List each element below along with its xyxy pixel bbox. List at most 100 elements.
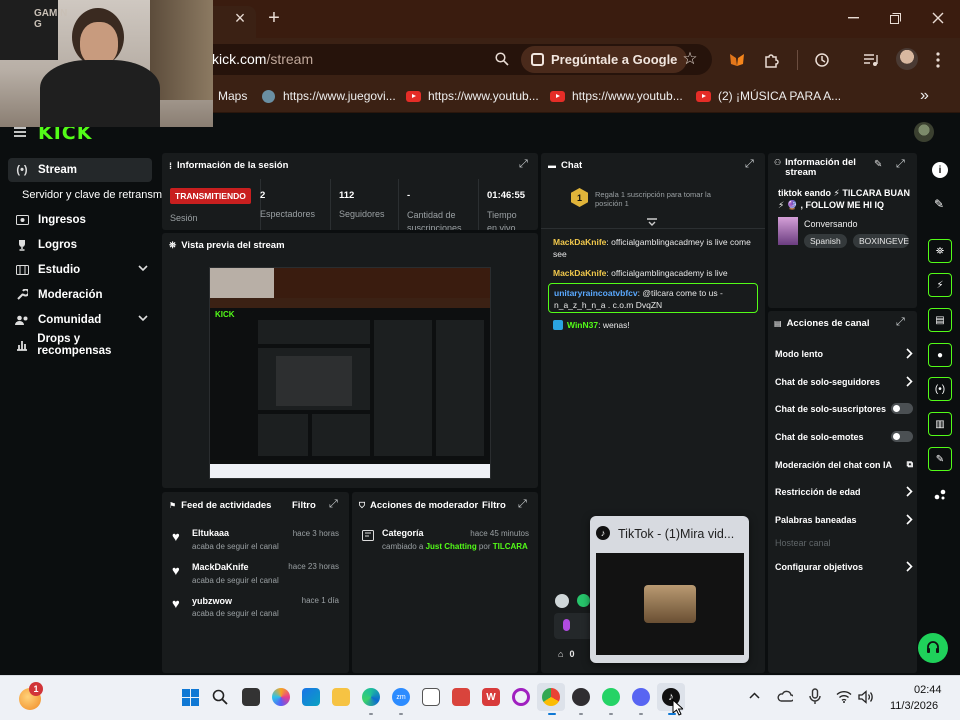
clock-date[interactable]: 11/3/2026 — [890, 700, 938, 712]
app-red-icon[interactable] — [452, 688, 470, 706]
task-view-icon[interactable] — [242, 688, 260, 706]
bookmark-youtube-1[interactable]: https://www.youtub... — [406, 86, 539, 106]
opera-icon[interactable] — [512, 688, 530, 706]
sidebar-item-stream-key[interactable]: Servidor y clave de retransmisión — [16, 183, 162, 207]
expand-icon[interactable]: ⤢ — [896, 316, 905, 329]
file-explorer-icon[interactable] — [332, 688, 350, 706]
chat-username[interactable]: WinN37 — [567, 319, 598, 331]
wifi-icon[interactable] — [836, 690, 852, 703]
expand-icon[interactable]: ⤢ — [519, 158, 528, 171]
edge-icon[interactable] — [362, 688, 380, 706]
subscribers-only-toggle[interactable] — [891, 403, 913, 414]
edit-icon[interactable]: ✎ — [874, 159, 882, 170]
layout-button[interactable]: ▥ — [928, 412, 952, 436]
microphone-icon[interactable] — [809, 688, 821, 705]
chat-toggle-button[interactable]: ● — [928, 343, 952, 367]
volume-icon[interactable] — [858, 690, 874, 704]
history-icon[interactable] — [811, 49, 833, 71]
tools-button[interactable]: ✎ — [928, 447, 952, 471]
sidebar-item-logros[interactable]: Logros — [8, 233, 152, 257]
chrome-icon[interactable] — [542, 688, 560, 706]
action-age-restriction[interactable]: Restricción de edad — [775, 486, 913, 497]
clock-time[interactable]: 02:44 — [914, 684, 942, 696]
media-control-icon[interactable] — [860, 49, 882, 71]
address-bar[interactable]: kick.com/stream Pregúntale a Google ☆ — [196, 44, 712, 75]
sidebar-item-ingresos[interactable]: Ingresos — [8, 208, 152, 232]
chat-username[interactable]: unitaryraincoatvbfcv — [554, 288, 638, 298]
chrome-menu-icon[interactable] — [928, 49, 948, 71]
expand-icon[interactable]: ⤢ — [518, 498, 527, 511]
notes-button[interactable]: ▤ — [928, 308, 952, 332]
discord-icon[interactable] — [632, 688, 650, 706]
start-button-icon[interactable] — [182, 689, 199, 706]
action-followers-only[interactable]: Chat de solo-seguidores — [775, 376, 913, 387]
chat-username[interactable]: MackDaKnife — [553, 237, 606, 247]
search-icon[interactable] — [212, 689, 228, 705]
action-ai-moderation[interactable]: Moderación del chat con IA ⧉ — [775, 459, 913, 470]
close-window-button[interactable] — [928, 8, 948, 28]
sidebar-item-comunidad[interactable]: Comunidad — [8, 308, 152, 332]
flash-button[interactable]: ⚡ — [928, 273, 952, 297]
hamburger-menu-icon[interactable] — [14, 127, 26, 137]
restore-button[interactable] — [885, 8, 905, 28]
sidebar-item-moderacion[interactable]: Moderación — [8, 283, 152, 307]
onedrive-icon[interactable] — [777, 690, 793, 702]
whatsapp-icon[interactable] — [602, 688, 620, 706]
action-emotes-only[interactable]: Chat de solo-emotes — [775, 431, 913, 442]
broadcast-button[interactable]: (•) — [928, 377, 952, 401]
obs-icon[interactable] — [572, 688, 590, 706]
copilot-icon[interactable] — [272, 688, 290, 706]
office-icon[interactable]: W — [482, 688, 500, 706]
bookmark-youtube-2[interactable]: https://www.youtub... — [550, 86, 683, 106]
store-icon[interactable] — [302, 688, 320, 706]
bookmark-juegovi[interactable]: https://www.juegovi... — [262, 86, 396, 106]
emotes-only-toggle[interactable] — [891, 431, 913, 442]
chat-avatar[interactable] — [555, 594, 569, 608]
ask-google-button[interactable]: Pregúntale a Google — [521, 46, 688, 73]
action-subscribers-only[interactable]: Chat de solo-suscriptores — [775, 403, 913, 414]
bookmark-star-icon[interactable]: ☆ — [680, 49, 700, 69]
new-tab-button[interactable]: + — [263, 7, 285, 29]
stream-preview-video[interactable]: KICK — [209, 267, 491, 479]
search-lens-icon[interactable] — [492, 49, 512, 69]
expand-icon[interactable]: ⤢ — [745, 158, 754, 171]
tag-chip[interactable]: Spanish — [804, 234, 847, 248]
sidebar-item-drops[interactable]: Drops y recompensas — [8, 333, 152, 357]
extensions-icon[interactable] — [760, 49, 782, 71]
action-configure-goals[interactable]: Configurar objetivos — [775, 561, 913, 572]
expand-icon[interactable]: ⤢ — [896, 158, 905, 171]
bookmark-maps[interactable]: Maps — [218, 86, 247, 106]
tiktok-window-preview[interactable]: ♪ TikTok - (1)Mira vid... — [590, 516, 749, 663]
activity-user[interactable]: yubzwow — [192, 596, 232, 606]
sidebar-item-stream[interactable]: (•) Stream — [8, 158, 152, 182]
profile-avatar[interactable] — [896, 48, 918, 70]
filter-button[interactable]: Filtro — [292, 500, 316, 511]
chat-username[interactable]: MackDaKnife — [553, 268, 606, 278]
mod-action-user[interactable]: TILCARA — [493, 542, 528, 551]
sidebar-item-estudio[interactable]: Estudio — [8, 258, 152, 282]
document-icon[interactable] — [422, 688, 440, 706]
preview-toggle-button[interactable]: ⛯ — [928, 239, 952, 263]
more-widgets-icon[interactable] — [934, 488, 946, 500]
category-name[interactable]: Conversando — [804, 219, 858, 229]
collapse-pinned-icon[interactable] — [646, 218, 658, 226]
minimize-button[interactable] — [843, 8, 863, 28]
action-slow-mode[interactable]: Modo lento — [775, 348, 913, 359]
edit-pencil-icon[interactable]: ✎ — [934, 197, 944, 211]
zoom-icon[interactable]: zm — [392, 688, 410, 706]
support-headset-button[interactable] — [918, 633, 948, 663]
tag-chip[interactable]: BOXINGEVE — [853, 234, 909, 248]
emote-icon[interactable] — [577, 594, 590, 607]
user-avatar[interactable] — [914, 122, 934, 142]
bookmark-musica[interactable]: (2) ¡MÚSICA PARA A... — [696, 86, 841, 106]
activity-user[interactable]: MackDaKnife — [192, 562, 249, 572]
metamask-extension-icon[interactable] — [727, 50, 747, 70]
info-icon[interactable]: i — [932, 162, 948, 178]
action-banned-words[interactable]: Palabras baneadas — [775, 514, 913, 525]
filter-button[interactable]: Filtro — [482, 500, 506, 511]
more-bookmarks-button[interactable]: » — [920, 86, 929, 106]
tray-overflow-icon[interactable] — [749, 692, 760, 699]
expand-icon[interactable]: ⤢ — [329, 498, 338, 511]
close-tab-icon[interactable]: × — [230, 8, 250, 28]
category-thumbnail[interactable] — [778, 217, 798, 245]
